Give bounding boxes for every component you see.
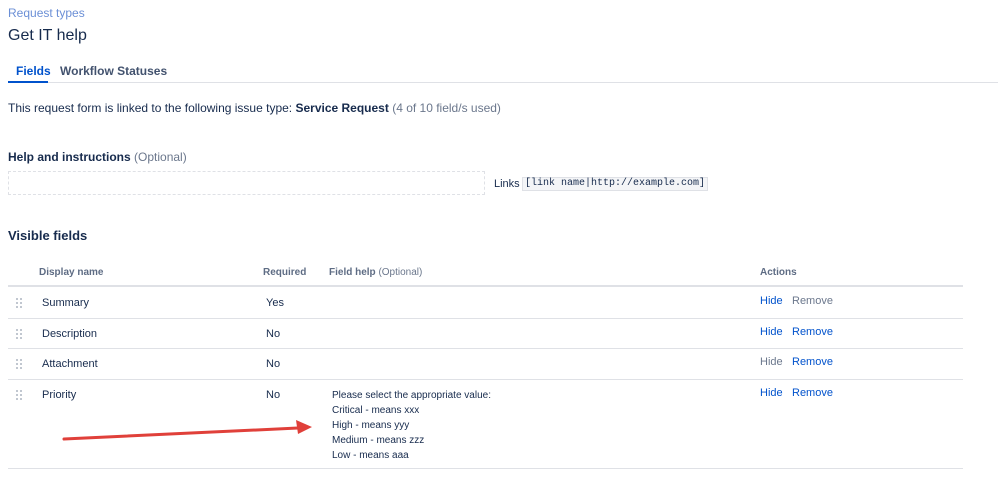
column-actions: Actions [760,267,797,278]
links-format-example: [link name|http://example.com] [522,177,709,191]
issue-type-name: Service Request [295,101,389,115]
hide-button[interactable]: Hide [760,356,783,368]
table-row: Summary Yes Hide Remove [8,288,963,319]
help-instructions-label: Help and instructions (Optional) [8,150,187,164]
field-required: No [266,389,281,401]
drag-handle-icon[interactable] [16,390,22,402]
tab-fields[interactable]: Fields [16,64,51,78]
column-display-name: Display name [39,267,104,278]
field-required: Yes [266,297,284,309]
linked-info-prefix: This request form is linked to the follo… [8,101,296,115]
field-name: Summary [42,297,90,309]
visible-fields-title: Visible fields [8,228,88,243]
field-name: Attachment [42,358,98,370]
remove-button[interactable]: Remove [792,326,833,338]
column-field-help-label: Field help [329,267,376,278]
column-field-help-optional: (Optional) [375,267,423,278]
table-row: Description No Hide Remove [8,319,963,349]
field-help-line: Low - means aaa [332,450,409,461]
help-instructions-optional: (Optional) [130,150,187,164]
table-row: Attachment No Hide Remove [8,349,963,380]
field-name: Description [42,328,98,340]
hide-button[interactable]: Hide [760,387,783,399]
remove-button[interactable]: Remove [792,387,833,399]
field-help-line: Please select the appropriate value: [332,390,491,401]
column-field-help: Field help (Optional) [329,267,422,278]
hide-button[interactable]: Hide [760,295,783,307]
column-required: Required [263,267,307,278]
tab-bar: Fields Workflow Statuses [8,64,998,83]
breadcrumb[interactable]: Request types [8,6,85,20]
table-row: Priority No Please select the appropriat… [8,380,963,469]
links-label: Links [494,178,520,190]
help-instructions-title: Help and instructions [8,150,131,164]
tab-workflow-statuses[interactable]: Workflow Statuses [60,64,167,78]
active-tab-indicator [8,81,48,83]
remove-button[interactable]: Remove [792,356,833,368]
field-required: No [266,358,281,370]
field-help-line: High - means yyy [332,420,410,431]
drag-handle-icon[interactable] [16,359,22,371]
page-title: Get IT help [8,27,87,44]
field-help-line: Medium - means zzz [332,435,425,446]
field-help-line: Critical - means xxx [332,405,420,416]
drag-handle-icon[interactable] [16,298,22,310]
linked-issue-type-info: This request form is linked to the follo… [8,101,501,115]
field-help-text[interactable]: Please select the appropriate value: Cri… [332,388,491,463]
field-required: No [266,328,281,340]
help-instructions-input[interactable] [8,171,485,195]
drag-handle-icon[interactable] [16,329,22,341]
remove-button[interactable]: Remove [792,295,833,307]
field-name: Priority [42,389,77,401]
hide-button[interactable]: Hide [760,326,783,338]
fields-table-header: Display name Required Field help (Option… [8,264,963,287]
field-usage-count: (4 of 10 field/s used) [388,101,501,115]
